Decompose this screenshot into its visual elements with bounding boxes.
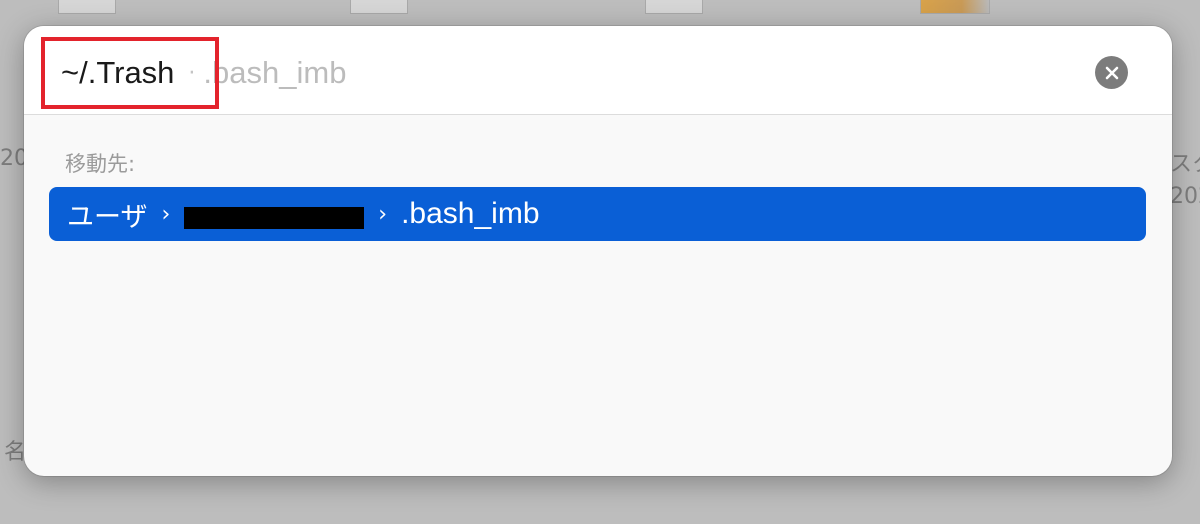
background-file-date: 202: [1170, 184, 1200, 209]
result-row-selected[interactable]: ユーザ › › .bash_imb: [49, 187, 1146, 241]
image-thumbnail: [920, 0, 990, 14]
clear-button[interactable]: [1095, 56, 1128, 89]
dialog-header: ~/.Trash · .bash_imb: [24, 26, 1172, 115]
chevron-right-icon: ›: [378, 201, 388, 227]
close-circle-icon: [1105, 66, 1118, 79]
breadcrumb-users: ユーザ: [67, 201, 148, 233]
background-column-header: 名: [4, 440, 27, 465]
path-input[interactable]: ~/.Trash · .bash_imb: [38, 38, 346, 108]
results-section-label: 移動先:: [65, 152, 136, 176]
file-thumbnail: [58, 0, 116, 14]
chevron-right-icon: ›: [161, 201, 171, 227]
go-to-folder-dialog: ~/.Trash · .bash_imb 移動先: ユーザ › › .bash_…: [24, 26, 1172, 476]
background-file-name: スク: [1170, 152, 1200, 177]
path-autocomplete-suggestion: .bash_imb: [203, 55, 347, 90]
file-thumbnail: [350, 0, 408, 14]
path-separator: ·: [188, 60, 196, 86]
breadcrumb-target: .bash_imb: [401, 197, 540, 230]
redacted-username: [184, 207, 365, 229]
file-thumbnail: [645, 0, 703, 14]
path-typed-text[interactable]: ~/.Trash: [38, 55, 188, 91]
